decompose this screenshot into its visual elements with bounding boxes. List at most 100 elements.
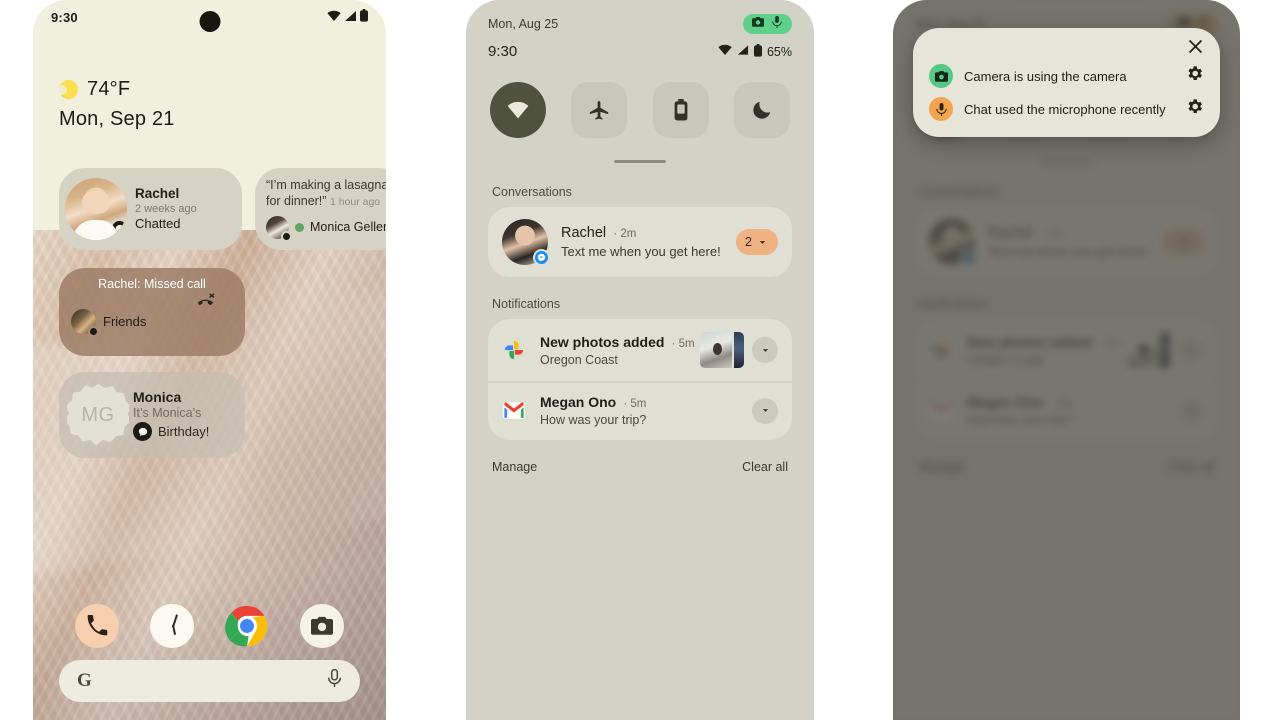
battery-icon bbox=[753, 43, 762, 60]
qs-tile-internet[interactable] bbox=[490, 82, 546, 138]
signal-icon bbox=[344, 10, 357, 25]
qs-tile-battery-saver[interactable] bbox=[652, 82, 709, 138]
wifi-icon bbox=[327, 10, 341, 25]
section-label-conversations: Conversations bbox=[492, 185, 572, 199]
camera-icon bbox=[752, 15, 764, 33]
qs-tile-airplane-mode[interactable] bbox=[571, 82, 628, 138]
notification-body: Oregon Coast bbox=[540, 352, 618, 367]
dock-camera-app[interactable] bbox=[300, 604, 345, 648]
widget-name: Friends bbox=[103, 314, 147, 329]
signal-icon bbox=[737, 44, 749, 59]
privacy-item-camera: Camera is using the camera bbox=[929, 64, 1204, 88]
phone-notification-shade: Mon, Aug 25 9:30 65% Conversations Rache… bbox=[466, 0, 814, 720]
gear-icon[interactable] bbox=[1185, 97, 1204, 121]
shade-surface: Mon, Aug 25 9:30 65% Conversations Rache… bbox=[466, 0, 814, 720]
rachel-avatar bbox=[65, 178, 127, 240]
close-icon bbox=[1188, 39, 1203, 54]
dock-clock-app[interactable] bbox=[149, 604, 194, 648]
battery-icon bbox=[360, 9, 368, 25]
mic-icon bbox=[929, 97, 953, 121]
conversation-expand-button[interactable]: 2 bbox=[736, 229, 778, 255]
google-g-icon: G bbox=[77, 670, 92, 691]
section-label-notifications: Notifications bbox=[492, 297, 561, 311]
chevron-down-icon bbox=[759, 240, 766, 244]
notification-title: Megan Ono bbox=[540, 394, 617, 410]
wifi-icon bbox=[718, 44, 732, 59]
conversation-message: Text me when you get here! bbox=[561, 244, 721, 259]
dock-chrome-app[interactable] bbox=[225, 604, 269, 648]
monica-avatar bbox=[266, 215, 292, 242]
notification-body: How was your trip? bbox=[540, 413, 647, 427]
widget-name: Rachel bbox=[135, 185, 180, 201]
wifi-icon bbox=[507, 101, 529, 119]
online-status-dot bbox=[295, 222, 304, 232]
messages-icon bbox=[88, 326, 99, 337]
widget-conversation-rachel[interactable]: Rachel 2 weeks ago Chatted bbox=[59, 168, 242, 250]
notification-time: 5m bbox=[678, 337, 695, 350]
notification-expand-button[interactable] bbox=[752, 397, 778, 424]
widget-line1: It’s Monica’s bbox=[133, 406, 202, 421]
widget-time: 2 weeks ago bbox=[135, 203, 197, 216]
shade-footer: Manage Clear all bbox=[466, 440, 814, 474]
chevron-down-icon bbox=[762, 348, 768, 352]
widget-name: Monica bbox=[133, 388, 182, 405]
mic-icon bbox=[771, 15, 783, 33]
notification-google-photos[interactable]: New photos added · 5m Oregon Coast bbox=[488, 319, 792, 381]
moon-icon bbox=[753, 101, 771, 119]
shade-status-icons: 65% bbox=[718, 43, 792, 60]
quick-settings-row bbox=[466, 60, 814, 138]
camera-punch-hole bbox=[199, 11, 220, 32]
privacy-item-text: Chat used the microphone recently bbox=[964, 101, 1166, 117]
notification-thumbnail bbox=[700, 332, 744, 368]
privacy-indicator-pill[interactable] bbox=[743, 14, 792, 34]
conversation-time: 2m bbox=[620, 228, 637, 240]
privacy-dialog: Camera is using the camera Chat used the… bbox=[913, 28, 1220, 137]
messenger-icon bbox=[533, 249, 550, 266]
widget-quote-time: 1 hour ago bbox=[329, 195, 381, 208]
phone-home-screen: 9:30 74°F Mon, Sep 21 Rachel 2 weeks ago… bbox=[33, 0, 386, 720]
weather-temperature: 74°F bbox=[87, 78, 131, 100]
widget-conversation-friends[interactable]: Rachel: Missed call Friends bbox=[59, 268, 245, 356]
widget-missed-call-title: Rachel: Missed call bbox=[98, 277, 206, 291]
google-photos-icon bbox=[502, 338, 526, 362]
widget-conversation-monica-geller[interactable]: “I’m making a lasagna for dinner!” 1 hou… bbox=[255, 168, 386, 250]
manage-button[interactable]: Manage bbox=[492, 460, 537, 474]
widget-action: Chatted bbox=[135, 216, 181, 232]
widget-line2: Birthday! bbox=[158, 424, 210, 440]
conversation-dot: · bbox=[610, 228, 621, 240]
search-bar[interactable]: G bbox=[59, 660, 360, 702]
notification-expand-button[interactable] bbox=[752, 337, 778, 363]
battery-percentage: 65% bbox=[766, 44, 792, 59]
status-icons bbox=[327, 9, 368, 25]
notification-title: New photos added bbox=[540, 333, 665, 350]
privacy-dialog-close-button[interactable] bbox=[929, 38, 1204, 55]
conversation-notification-rachel[interactable]: Rachel · 2m Text me when you get here! 2 bbox=[488, 207, 792, 277]
conversation-count: 2 bbox=[745, 235, 752, 249]
shade-header: Mon, Aug 25 9:30 65% bbox=[466, 0, 814, 60]
messages-icon bbox=[281, 230, 292, 242]
widget-name: Monica Geller bbox=[310, 220, 386, 234]
app-dock bbox=[33, 604, 386, 648]
conversation-sender: Rachel bbox=[561, 225, 607, 241]
notification-time: 5m bbox=[630, 398, 647, 410]
avatar-initials: MG bbox=[81, 403, 115, 426]
shade-time: 9:30 bbox=[488, 43, 518, 60]
camera-icon bbox=[929, 64, 953, 88]
mic-icon[interactable] bbox=[327, 668, 342, 693]
dock-phone-app[interactable] bbox=[74, 604, 119, 648]
weather-widget[interactable]: 74°F Mon, Sep 21 bbox=[55, 78, 175, 131]
rachel-avatar bbox=[502, 219, 550, 266]
monica-initials-avatar: MG bbox=[67, 384, 129, 446]
clear-all-button[interactable]: Clear all bbox=[742, 460, 788, 474]
shade-date: Mon, Aug 25 bbox=[488, 17, 559, 31]
messages-icon bbox=[133, 422, 152, 442]
gmail-icon bbox=[502, 399, 526, 423]
widget-conversation-monica-birthday[interactable]: MG Monica It’s Monica’s Birthday! bbox=[59, 372, 245, 458]
battery-saver-icon bbox=[674, 99, 688, 121]
gear-icon[interactable] bbox=[1185, 64, 1204, 88]
notification-gmail[interactable]: Megan Ono · 5m How was your trip? bbox=[488, 381, 792, 440]
chevron-down-icon bbox=[762, 409, 768, 412]
qs-tile-do-not-disturb[interactable] bbox=[733, 82, 790, 138]
phone-privacy-dialog: Mon, Aug 25 9:30 65 bbox=[893, 0, 1240, 720]
status-time: 9:30 bbox=[51, 9, 78, 25]
